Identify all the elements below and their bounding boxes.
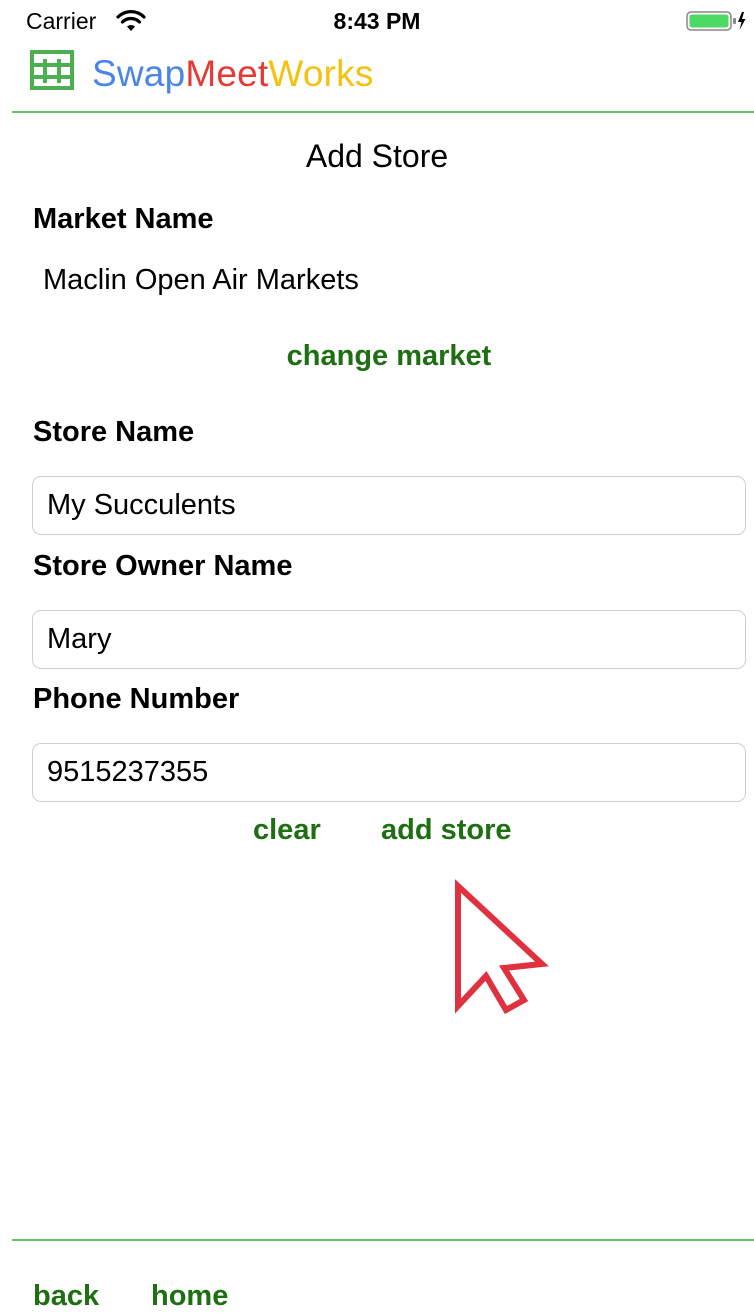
add-store-button[interactable]: add store — [381, 814, 512, 847]
battery-charging-icon — [686, 11, 746, 31]
store-owner-name-input[interactable] — [32, 610, 746, 669]
clear-button[interactable]: clear — [253, 814, 321, 847]
status-time: 8:43 PM — [333, 8, 421, 34]
home-button[interactable]: home — [151, 1280, 228, 1313]
market-name-label: Market Name — [33, 203, 214, 235]
app-title-works: Works — [268, 53, 374, 94]
status-bar: Carrier 8:43 PM — [0, 0, 754, 44]
app-title: SwapMeetWorks — [92, 53, 374, 95]
page-title: Add Store — [305, 138, 449, 174]
store-owner-name-label: Store Owner Name — [33, 550, 293, 582]
app-title-swap: Swap — [92, 53, 186, 94]
app-title-meet: Meet — [185, 53, 269, 94]
header-divider — [12, 111, 754, 113]
store-name-label: Store Name — [33, 416, 195, 448]
swapmeet-grid-logo-icon — [30, 50, 74, 90]
market-name-value: Maclin Open Air Markets — [43, 264, 359, 296]
back-button[interactable]: back — [33, 1280, 99, 1313]
phone-number-label: Phone Number — [33, 683, 240, 715]
store-name-input[interactable] — [32, 476, 746, 535]
mouse-pointer-icon — [455, 879, 549, 1015]
footer-divider — [12, 1239, 754, 1241]
change-market-button[interactable]: change market — [0, 340, 754, 373]
phone-number-input[interactable] — [32, 743, 746, 802]
